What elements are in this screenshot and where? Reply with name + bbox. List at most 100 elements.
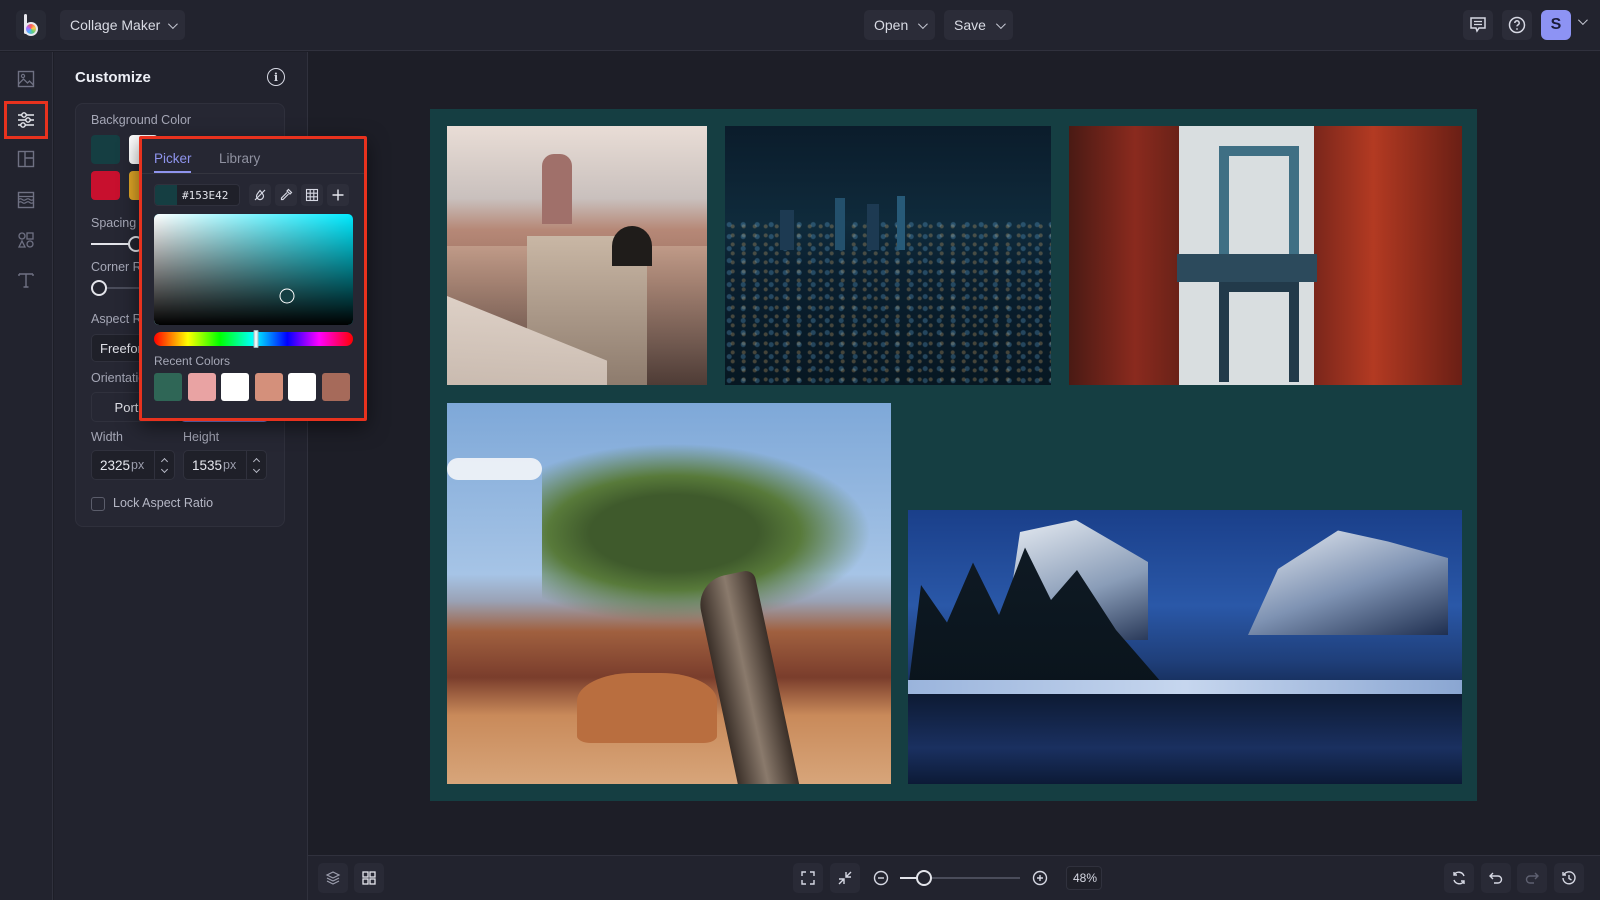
user-avatar[interactable]: S [1541, 10, 1571, 40]
grid-view-icon [362, 871, 376, 885]
decrement-icon[interactable] [252, 465, 261, 473]
hue-slider[interactable] [154, 330, 353, 348]
zoom-out-button[interactable] [866, 863, 896, 893]
bg-swatch-teal[interactable] [91, 135, 120, 164]
redo-button[interactable] [1517, 863, 1547, 893]
chevron-down-icon [918, 18, 929, 29]
current-color-chip [155, 185, 177, 205]
rail-item-layouts[interactable] [6, 142, 46, 176]
tool-rail [0, 52, 53, 900]
photo-desert-juniper-tree[interactable] [447, 403, 891, 784]
decrement-icon[interactable] [160, 465, 169, 473]
info-icon[interactable]: i [267, 68, 285, 86]
chevron-down-icon [995, 18, 1006, 29]
image-icon [17, 70, 35, 88]
collage-canvas[interactable] [430, 109, 1477, 801]
fit-to-screen-button[interactable] [793, 863, 823, 893]
open-menu-button[interactable]: Open [864, 10, 936, 40]
photo-madrid-rooftops[interactable] [447, 126, 707, 385]
saturation-brightness-area[interactable] [154, 214, 353, 325]
recent-color-swatch[interactable] [221, 373, 249, 401]
no-color-icon [254, 189, 266, 201]
bottom-toolbar: 48% [308, 855, 1600, 900]
texture-icon [17, 191, 35, 209]
saturation-brightness-handle[interactable] [279, 288, 295, 304]
zoom-out-icon [873, 870, 889, 886]
rail-item-photos[interactable] [6, 62, 46, 96]
swatch-grid-button[interactable] [301, 184, 323, 206]
no-color-button[interactable] [249, 184, 271, 206]
app-switcher-label: Collage Maker [70, 17, 161, 33]
save-label: Save [954, 17, 986, 33]
add-icon [332, 189, 344, 201]
zoom-in-icon [1032, 870, 1048, 886]
height-stepper[interactable] [246, 451, 266, 479]
recent-color-swatch[interactable] [254, 373, 283, 401]
recent-colors-label: Recent Colors [154, 354, 231, 368]
height-unit: px [223, 458, 237, 472]
actual-size-button[interactable] [830, 863, 860, 893]
height-input[interactable]: 1535 px [183, 450, 267, 480]
lock-aspect-ratio-checkbox[interactable] [91, 497, 105, 511]
help-icon [1508, 16, 1526, 34]
bg-swatch-red[interactable] [91, 171, 120, 200]
app-logo[interactable] [16, 10, 46, 40]
corner-slider-handle[interactable] [91, 280, 107, 296]
width-input[interactable]: 2325 px [91, 450, 175, 480]
layout-icon [17, 150, 35, 168]
grid-view-button[interactable] [354, 863, 384, 893]
app-window: Collage Maker Open Save S Customize i Ba… [0, 0, 1600, 900]
height-value: 1535 [192, 457, 223, 473]
increment-icon[interactable] [160, 457, 169, 465]
hue-slider-handle[interactable] [253, 330, 259, 348]
photo-yosemite-winter-river[interactable] [908, 510, 1462, 784]
tab-library[interactable]: Library [219, 151, 260, 166]
open-label: Open [874, 17, 909, 33]
account-chevron-down-icon[interactable] [1577, 15, 1588, 26]
redo-icon [1525, 872, 1539, 884]
recent-color-swatch[interactable] [288, 373, 316, 401]
hex-value: #153E42 [182, 188, 229, 202]
add-color-button[interactable] [327, 184, 349, 206]
app-switcher-dropdown[interactable]: Collage Maker [60, 10, 186, 40]
chevron-down-icon [168, 18, 179, 29]
history-button[interactable] [1554, 863, 1584, 893]
rail-item-text[interactable] [6, 263, 46, 297]
photo-city-night-skyline[interactable] [725, 126, 1051, 385]
width-label: Width [91, 430, 123, 444]
reset-button[interactable] [1444, 863, 1474, 893]
layers-button[interactable] [318, 863, 348, 893]
shrink-icon [838, 871, 852, 885]
spacing-label: Spacing [91, 216, 137, 230]
save-menu-button[interactable]: Save [944, 10, 1013, 40]
feedback-button[interactable] [1463, 10, 1493, 40]
tab-picker[interactable]: Picker [154, 151, 192, 166]
lock-aspect-ratio-label: Lock Aspect Ratio [113, 496, 214, 510]
active-tab-indicator [154, 171, 191, 173]
rail-item-customize[interactable] [4, 101, 48, 139]
width-unit: px [131, 458, 145, 472]
top-bar: Collage Maker Open Save S [0, 0, 1600, 51]
width-stepper[interactable] [154, 451, 174, 479]
height-label: Height [183, 430, 220, 444]
recent-color-swatch[interactable] [187, 373, 216, 401]
zoom-slider-handle[interactable] [916, 870, 932, 886]
zoom-in-button[interactable] [1025, 863, 1055, 893]
hex-input[interactable]: #153E42 [154, 184, 240, 206]
width-value: 2325 [100, 457, 131, 473]
feedback-icon [1470, 17, 1486, 33]
recent-color-swatch[interactable] [154, 373, 182, 401]
rail-item-backgrounds[interactable] [6, 183, 46, 217]
eyedropper-button[interactable] [275, 184, 297, 206]
recent-color-swatch[interactable] [321, 373, 350, 401]
layers-icon [325, 871, 341, 885]
text-icon [18, 273, 34, 288]
undo-button[interactable] [1481, 863, 1511, 893]
rail-item-graphics[interactable] [6, 223, 46, 257]
tab-divider [142, 173, 364, 174]
increment-icon[interactable] [252, 457, 261, 465]
photo-manhattan-bridge-street[interactable] [1069, 126, 1462, 385]
zoom-percentage[interactable]: 48% [1066, 866, 1102, 890]
help-button[interactable] [1502, 10, 1532, 40]
shapes-icon [17, 232, 34, 248]
